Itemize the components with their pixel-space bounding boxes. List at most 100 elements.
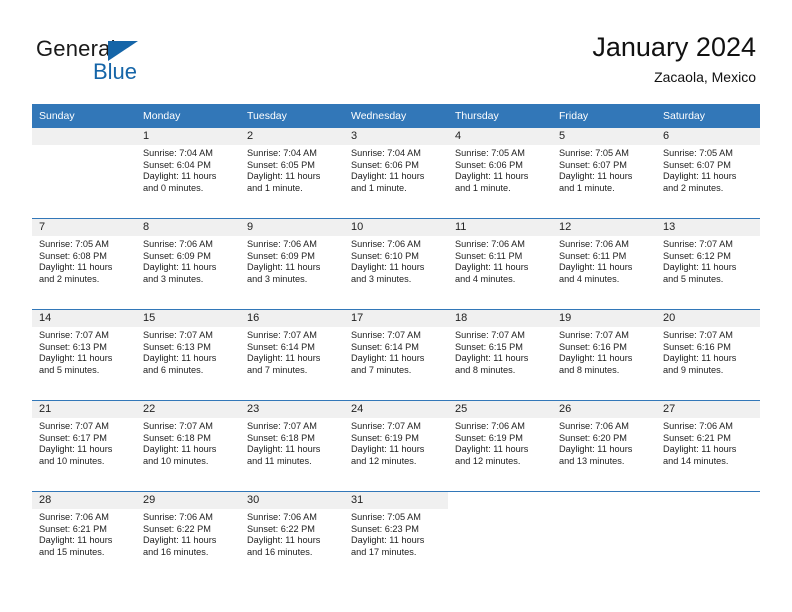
sunset-time: Sunset: 6:08 PM	[39, 250, 107, 261]
calendar-day-cell[interactable]: 16 Sunrise: 7:07 AM Sunset: 6:14 PM Dayligh…	[240, 309, 344, 401]
day-details: Sunrise: 7:06 AM Sunset: 6:22 PM Daylight:…	[240, 509, 344, 558]
sunrise-time: Sunrise: 7:06 AM	[455, 421, 525, 431]
calendar-day-cell[interactable]: 11 Sunrise: 7:06 AM Sunset: 6:11 PM Dayligh…	[448, 218, 552, 310]
calendar-day-cell[interactable]: 23 Sunrise: 7:07 AM Sunset: 6:18 PM Dayligh…	[240, 400, 344, 492]
calendar-day-cell[interactable]: 7 Sunrise: 7:05 AM Sunset: 6:08 PM Daylight…	[32, 218, 136, 310]
calendar-day-cell[interactable]: 1 Sunrise: 7:04 AM Sunset: 6:04 PM Daylight…	[136, 128, 240, 219]
sunset-time: Sunset: 6:16 PM	[559, 341, 627, 352]
sunrise-time: Sunrise: 7:07 AM	[247, 421, 317, 431]
daylight-duration-line2: and 8 minutes.	[559, 364, 620, 375]
calendar-day-cell[interactable]: 28 Sunrise: 7:06 AM Sunset: 6:21 PM Dayligh…	[32, 491, 136, 582]
calendar-page: General Blue January 2024 Zacaola, Mexic…	[0, 0, 792, 612]
sunset-time: Sunset: 6:17 PM	[39, 432, 107, 443]
daylight-duration-line2: and 14 minutes.	[663, 455, 729, 466]
day-number	[448, 492, 552, 509]
calendar-day-cell[interactable]: 26 Sunrise: 7:06 AM Sunset: 6:20 PM Dayligh…	[552, 400, 656, 492]
daylight-duration-line2: and 13 minutes.	[559, 455, 625, 466]
sunset-time: Sunset: 6:06 PM	[455, 159, 523, 170]
calendar-day-cell[interactable]: 12 Sunrise: 7:06 AM Sunset: 6:11 PM Dayligh…	[552, 218, 656, 310]
sunrise-time: Sunrise: 7:05 AM	[455, 148, 525, 158]
sunset-time: Sunset: 6:14 PM	[247, 341, 315, 352]
day-number: 17	[344, 310, 448, 327]
daylight-duration-line1: Daylight: 11 hours	[39, 444, 113, 455]
calendar-day-cell[interactable]: 19 Sunrise: 7:07 AM Sunset: 6:16 PM Dayligh…	[552, 309, 656, 401]
calendar-day-cell[interactable]: 25 Sunrise: 7:06 AM Sunset: 6:19 PM Dayligh…	[448, 400, 552, 492]
calendar-day-cell[interactable]: 10 Sunrise: 7:06 AM Sunset: 6:10 PM Dayligh…	[344, 218, 448, 310]
weekday-header-row: Sunday Monday Tuesday Wednesday Thursday…	[32, 104, 760, 128]
day-number	[552, 492, 656, 509]
daylight-duration-line1: Daylight: 11 hours	[247, 444, 321, 455]
calendar-day-cell[interactable]: 8 Sunrise: 7:06 AM Sunset: 6:09 PM Daylight…	[136, 218, 240, 310]
sunset-time: Sunset: 6:22 PM	[247, 523, 315, 534]
sunset-time: Sunset: 6:21 PM	[39, 523, 107, 534]
daylight-duration-line1: Daylight: 11 hours	[39, 353, 113, 364]
daylight-duration-line1: Daylight: 11 hours	[663, 444, 737, 455]
day-details: Sunrise: 7:07 AM Sunset: 6:16 PM Daylight:…	[656, 327, 760, 376]
sunrise-time: Sunrise: 7:07 AM	[663, 239, 733, 249]
calendar-day-cell[interactable]: 15 Sunrise: 7:07 AM Sunset: 6:13 PM Dayligh…	[136, 309, 240, 401]
calendar-day-cell[interactable]: 14 Sunrise: 7:07 AM Sunset: 6:13 PM Dayligh…	[32, 309, 136, 401]
calendar-day-cell[interactable]: 21 Sunrise: 7:07 AM Sunset: 6:17 PM Dayligh…	[32, 400, 136, 492]
daylight-duration-line2: and 7 minutes.	[247, 364, 308, 375]
sunrise-time: Sunrise: 7:05 AM	[351, 512, 421, 522]
day-details: Sunrise: 7:06 AM Sunset: 6:22 PM Daylight:…	[136, 509, 240, 558]
sunrise-time: Sunrise: 7:05 AM	[559, 148, 629, 158]
daylight-duration-line1: Daylight: 11 hours	[351, 171, 425, 182]
daylight-duration-line2: and 8 minutes.	[455, 364, 516, 375]
daylight-duration-line1: Daylight: 11 hours	[455, 171, 529, 182]
calendar-day-cell[interactable]: 29 Sunrise: 7:06 AM Sunset: 6:22 PM Dayligh…	[136, 491, 240, 582]
calendar-day-cell[interactable]: 30 Sunrise: 7:06 AM Sunset: 6:22 PM Dayligh…	[240, 491, 344, 582]
day-number: 8	[136, 219, 240, 236]
daylight-duration-line2: and 4 minutes.	[559, 273, 620, 284]
daylight-duration-line2: and 5 minutes.	[663, 273, 724, 284]
title-block: January 2024 Zacaola, Mexico	[592, 30, 756, 86]
calendar-day-cell[interactable]: 2 Sunrise: 7:04 AM Sunset: 6:05 PM Daylight…	[240, 128, 344, 219]
calendar-day-cell[interactable]: 3 Sunrise: 7:04 AM Sunset: 6:06 PM Daylight…	[344, 128, 448, 219]
calendar-day-cell[interactable]: 22 Sunrise: 7:07 AM Sunset: 6:18 PM Dayligh…	[136, 400, 240, 492]
day-number: 18	[448, 310, 552, 327]
calendar-day-cell[interactable]: 27 Sunrise: 7:06 AM Sunset: 6:21 PM Dayligh…	[656, 400, 760, 492]
sunrise-time: Sunrise: 7:06 AM	[351, 239, 421, 249]
calendar-day-cell[interactable]: 20 Sunrise: 7:07 AM Sunset: 6:16 PM Dayligh…	[656, 309, 760, 401]
day-details: Sunrise: 7:04 AM Sunset: 6:05 PM Daylight:…	[240, 145, 344, 194]
day-details: Sunrise: 7:06 AM Sunset: 6:11 PM Daylight:…	[448, 236, 552, 285]
brand-logo[interactable]: General Blue	[36, 36, 236, 92]
daylight-duration-line1: Daylight: 11 hours	[351, 535, 425, 546]
sunrise-time: Sunrise: 7:07 AM	[247, 330, 317, 340]
daylight-duration-line2: and 4 minutes.	[455, 273, 516, 284]
day-details: Sunrise: 7:06 AM Sunset: 6:09 PM Daylight:…	[136, 236, 240, 285]
calendar-day-cell[interactable]: 13 Sunrise: 7:07 AM Sunset: 6:12 PM Dayligh…	[656, 218, 760, 310]
calendar-day-cell[interactable]: 4 Sunrise: 7:05 AM Sunset: 6:06 PM Daylight…	[448, 128, 552, 219]
calendar-day-cell[interactable]: 6 Sunrise: 7:05 AM Sunset: 6:07 PM Daylight…	[656, 128, 760, 219]
day-number: 11	[448, 219, 552, 236]
day-details: Sunrise: 7:07 AM Sunset: 6:16 PM Daylight:…	[552, 327, 656, 376]
daylight-duration-line1: Daylight: 11 hours	[663, 262, 737, 273]
daylight-duration-line1: Daylight: 11 hours	[39, 535, 113, 546]
daylight-duration-line1: Daylight: 11 hours	[559, 262, 633, 273]
calendar-day-cell[interactable]: 17 Sunrise: 7:07 AM Sunset: 6:14 PM Dayligh…	[344, 309, 448, 401]
page-subtitle: Zacaola, Mexico	[654, 69, 756, 85]
calendar-day-cell[interactable]: 31 Sunrise: 7:05 AM Sunset: 6:23 PM Dayligh…	[344, 491, 448, 582]
calendar-day-cell[interactable]: 18 Sunrise: 7:07 AM Sunset: 6:15 PM Dayligh…	[448, 309, 552, 401]
calendar-day-cell[interactable]: 5 Sunrise: 7:05 AM Sunset: 6:07 PM Daylight…	[552, 128, 656, 219]
calendar-week-row: 28 Sunrise: 7:06 AM Sunset: 6:21 PM Dayligh…	[32, 491, 760, 582]
sunrise-time: Sunrise: 7:05 AM	[663, 148, 733, 158]
calendar-day-cell[interactable]: 24 Sunrise: 7:07 AM Sunset: 6:19 PM Dayligh…	[344, 400, 448, 492]
sunset-time: Sunset: 6:07 PM	[663, 159, 731, 170]
calendar-week-row: 7 Sunrise: 7:05 AM Sunset: 6:08 PM Daylight…	[32, 218, 760, 310]
daylight-duration-line2: and 1 minute.	[351, 182, 407, 193]
daylight-duration-line1: Daylight: 11 hours	[351, 262, 425, 273]
sunset-time: Sunset: 6:14 PM	[351, 341, 419, 352]
daylight-duration-line2: and 0 minutes.	[143, 182, 204, 193]
daylight-duration-line2: and 11 minutes.	[247, 455, 312, 466]
day-details: Sunrise: 7:05 AM Sunset: 6:07 PM Daylight:…	[656, 145, 760, 194]
day-number: 19	[552, 310, 656, 327]
day-number: 10	[344, 219, 448, 236]
daylight-duration-line2: and 2 minutes.	[663, 182, 724, 193]
day-details: Sunrise: 7:05 AM Sunset: 6:23 PM Daylight:…	[344, 509, 448, 558]
day-number: 13	[656, 219, 760, 236]
sunrise-time: Sunrise: 7:06 AM	[559, 421, 629, 431]
sunset-time: Sunset: 6:18 PM	[143, 432, 211, 443]
calendar-day-cell[interactable]: 9 Sunrise: 7:06 AM Sunset: 6:09 PM Daylight…	[240, 218, 344, 310]
day-number: 1	[136, 128, 240, 145]
